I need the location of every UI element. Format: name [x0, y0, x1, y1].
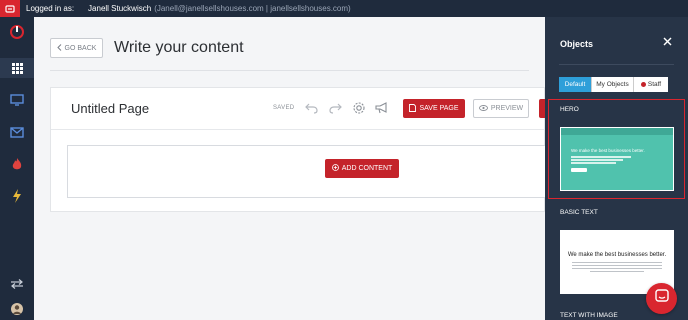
- section-label-basic-text: BASIC TEXT: [560, 209, 598, 216]
- save-page-button[interactable]: SAVE PAGE: [403, 99, 465, 118]
- thumbnail-line: [571, 159, 623, 161]
- tab-default[interactable]: Default: [559, 77, 592, 92]
- staff-icon: [640, 82, 646, 87]
- undo-icon[interactable]: [303, 100, 319, 116]
- objects-panel: Objects Default My Objects Staff HERO We…: [545, 17, 688, 320]
- tab-default-label: Default: [564, 81, 586, 88]
- close-icon[interactable]: [663, 37, 672, 49]
- apps-grid-icon[interactable]: [0, 58, 34, 78]
- thumbnail-line: [571, 162, 616, 164]
- user-avatar-icon[interactable]: [0, 299, 34, 319]
- editor-card: Untitled Page SAVED SAVE PAGE PREVIEW AD…: [50, 87, 546, 212]
- chat-widget-button[interactable]: [646, 283, 677, 314]
- thumbnail-line: [572, 268, 662, 270]
- thumbnail-line: [572, 262, 662, 264]
- hero-thumbnail-text: We make the best businesses better.: [571, 148, 645, 153]
- go-back-button[interactable]: GO BACK: [50, 38, 103, 58]
- thumbnail-line: [590, 271, 644, 273]
- panel-divider: [559, 64, 674, 65]
- thumbnail-navbar: [561, 128, 673, 135]
- redo-icon[interactable]: [327, 100, 343, 116]
- card-divider: [51, 129, 544, 130]
- main-area: GO BACK Write your content Untitled Page…: [34, 17, 546, 320]
- user-name: Janell Stuckwisch: [88, 4, 152, 13]
- preview-label: PREVIEW: [490, 105, 524, 112]
- megaphone-icon[interactable]: [374, 100, 390, 116]
- go-back-label: GO BACK: [64, 44, 97, 52]
- lightning-icon[interactable]: [0, 186, 34, 206]
- settings-gear-icon[interactable]: [351, 100, 367, 116]
- logged-in-label: Logged in as:: [26, 4, 75, 13]
- tab-my-objects-label: My Objects: [596, 81, 629, 88]
- swap-arrows-icon[interactable]: [0, 274, 34, 294]
- save-status: SAVED: [273, 105, 295, 111]
- tab-staff[interactable]: Staff: [634, 77, 668, 92]
- page-name[interactable]: Untitled Page: [71, 101, 149, 116]
- objects-panel-title: Objects: [560, 39, 594, 49]
- user-details: (Janell@janellsellshouses.com | janellse…: [154, 4, 351, 13]
- save-page-label: SAVE PAGE: [419, 105, 459, 112]
- hero-object-thumbnail[interactable]: We make the best businesses better.: [560, 127, 674, 191]
- eye-icon: [478, 104, 488, 113]
- objects-tabs: Default My Objects Staff: [559, 77, 668, 92]
- chat-icon: [654, 289, 669, 308]
- page-title: Write your content: [114, 39, 244, 56]
- divider: [50, 70, 529, 71]
- top-bar: Logged in as: Janell Stuckwisch (Janell@…: [0, 0, 688, 17]
- tab-staff-label: Staff: [647, 81, 662, 88]
- add-content-button[interactable]: ADD CONTENT: [325, 159, 399, 178]
- basic-thumbnail-text: We make the best businesses better.: [567, 252, 667, 258]
- mail-icon[interactable]: [0, 122, 34, 142]
- flame-icon[interactable]: [0, 154, 34, 174]
- thumbnail-line: [571, 156, 631, 158]
- power-logo-icon[interactable]: [0, 22, 34, 42]
- left-nav: [0, 17, 34, 320]
- save-icon: [409, 103, 417, 114]
- thumbnail-button: [571, 168, 587, 172]
- chevron-left-icon: [56, 43, 62, 53]
- section-label-text-with-image: TEXT WITH IMAGE: [560, 312, 618, 319]
- app-logo-icon[interactable]: [0, 0, 20, 17]
- section-label-hero: HERO: [560, 106, 579, 113]
- add-content-label: ADD CONTENT: [341, 165, 393, 172]
- thumbnail-line: [572, 265, 662, 267]
- tab-my-objects[interactable]: My Objects: [592, 77, 634, 92]
- preview-button[interactable]: PREVIEW: [473, 99, 529, 118]
- content-drop-area[interactable]: ADD CONTENT: [67, 145, 546, 198]
- plus-circle-icon: [331, 164, 339, 173]
- monitor-icon[interactable]: [0, 90, 34, 110]
